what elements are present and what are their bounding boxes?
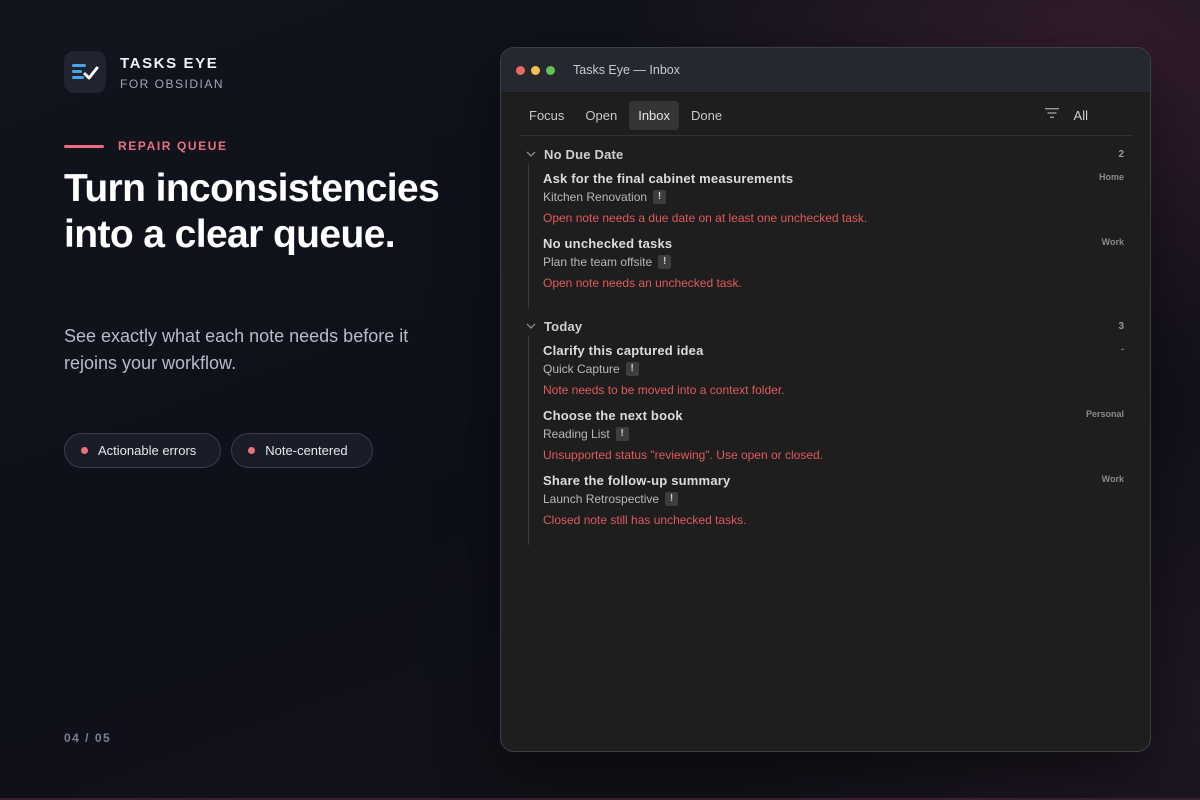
task-error-message: Unsupported status "reviewing". Use open…	[543, 448, 824, 462]
feature-chips: Actionable errors Note-centered	[64, 433, 373, 468]
note-name[interactable]: Reading List	[543, 425, 610, 443]
headline: Turn inconsistencies into a clear queue.	[64, 167, 440, 256]
task-item[interactable]: Choose the next book Personal Reading Li…	[543, 405, 1132, 470]
note-name[interactable]: Kitchen Renovation	[543, 188, 647, 206]
app-window: Tasks Eye — Inbox Focus Open Inbox Done …	[500, 47, 1151, 752]
chip-label: Actionable errors	[98, 443, 197, 458]
task-item[interactable]: No unchecked tasks Work Plan the team of…	[543, 233, 1132, 298]
brand-subtitle: FOR OBSIDIAN	[120, 76, 225, 91]
task-context-tag: Home	[1098, 172, 1124, 182]
task-item[interactable]: Ask for the final cabinet measurements H…	[543, 168, 1132, 233]
eyebrow-bar	[64, 144, 104, 148]
tab-focus[interactable]: Focus	[520, 101, 573, 130]
warning-badge-icon: !	[658, 255, 672, 269]
titlebar: Tasks Eye — Inbox	[501, 48, 1150, 93]
brand-name: TASKS EYE	[120, 54, 219, 72]
group-body: Ask for the final cabinet measurements H…	[528, 164, 1132, 308]
close-window-button[interactable]	[516, 65, 525, 75]
task-error-message: Open note needs an unchecked task.	[543, 276, 742, 290]
window-title: Tasks Eye — Inbox	[573, 63, 680, 77]
view-tabs: Focus Open Inbox Done All	[520, 95, 1132, 136]
task-title[interactable]: Ask for the final cabinet measurements	[543, 170, 1132, 188]
group-count: 2	[1118, 148, 1124, 160]
task-error-message: Closed note still has unchecked tasks.	[543, 513, 747, 527]
task-context-tag: Personal	[1085, 409, 1124, 419]
group-count: 3	[1118, 320, 1124, 332]
task-title[interactable]: No unchecked tasks	[543, 235, 1132, 253]
lede: See exactly what each note needs before …	[64, 326, 409, 373]
warning-badge-icon: !	[625, 362, 639, 376]
group-body: Clarify this captured idea - Quick Captu…	[528, 336, 1132, 545]
chip-label: Note-centered	[265, 443, 348, 458]
filter-icon[interactable]	[1044, 106, 1060, 124]
tab-inbox[interactable]: Inbox	[629, 100, 680, 130]
task-error-message: Open note needs a due date on at least o…	[543, 211, 868, 225]
group-header-no-due-date[interactable]: No Due Date 2	[520, 144, 1132, 164]
filter-control[interactable]: All	[1044, 106, 1088, 124]
brand: TASKS EYE FOR OBSIDIAN	[64, 51, 224, 93]
warning-badge-icon: !	[665, 492, 679, 506]
minimize-window-button[interactable]	[531, 65, 540, 75]
note-name[interactable]: Launch Retrospective	[543, 490, 659, 508]
chip-note-centered: Note-centered	[231, 433, 373, 468]
eyebrow: REPAIR QUEUE	[64, 139, 228, 153]
tab-done[interactable]: Done	[682, 101, 731, 130]
group-title: Today	[544, 318, 583, 334]
chevron-down-icon[interactable]	[522, 151, 540, 157]
task-list: No Due Date 2 Ask for the final cabinet …	[520, 144, 1132, 553]
chip-actionable-errors: Actionable errors	[64, 433, 222, 468]
group-title: No Due Date	[544, 146, 624, 162]
chip-dot-icon	[248, 447, 256, 454]
task-error-message: Note needs to be moved into a context fo…	[543, 383, 785, 397]
task-context-tag: Work	[1101, 474, 1124, 484]
task-title[interactable]: Choose the next book	[543, 407, 1132, 425]
task-context-tag: Work	[1101, 237, 1124, 247]
filter-label[interactable]: All	[1074, 108, 1088, 123]
chip-dot-icon	[81, 447, 88, 454]
note-name[interactable]: Quick Capture	[543, 360, 620, 378]
traffic-lights	[516, 65, 555, 75]
warning-badge-icon: !	[653, 190, 667, 204]
eyebrow-text: REPAIR QUEUE	[118, 139, 228, 153]
warning-badge-icon: !	[615, 427, 629, 441]
tab-open[interactable]: Open	[576, 101, 626, 130]
chevron-down-icon[interactable]	[522, 323, 540, 329]
task-title[interactable]: Clarify this captured idea	[543, 342, 1132, 360]
task-item[interactable]: Clarify this captured idea - Quick Captu…	[543, 340, 1132, 405]
task-context-tag: -	[1121, 344, 1124, 354]
maximize-window-button[interactable]	[546, 65, 555, 75]
checklist-logo-icon	[64, 51, 106, 93]
slide-pager: 04 / 05	[64, 731, 112, 745]
task-title[interactable]: Share the follow-up summary	[543, 472, 1132, 490]
group-header-today[interactable]: Today 3	[520, 316, 1132, 336]
note-name[interactable]: Plan the team offsite	[543, 253, 652, 271]
task-item[interactable]: Share the follow-up summary Work Launch …	[543, 470, 1132, 535]
